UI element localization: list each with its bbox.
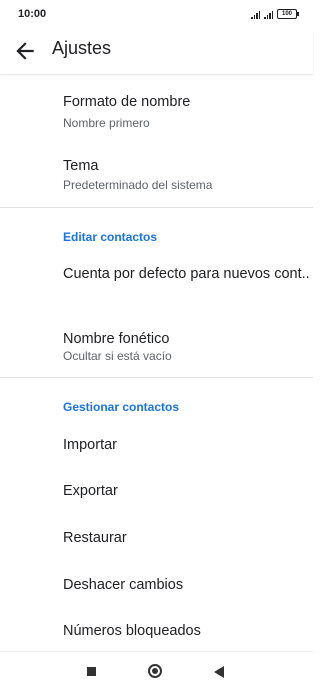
section-header-gestionar: Gestionar contactos [63, 400, 180, 414]
setting-restore-label: Restaurar [63, 530, 127, 546]
back-button[interactable] [12, 38, 38, 64]
setting-phonetic-name[interactable]: Nombre fonético Ocultar si está vacío [0, 323, 313, 373]
setting-default-account-label: Cuenta por defecto para nuevos cont.. [63, 266, 310, 282]
setting-import-label: Importar [63, 437, 117, 453]
signal-icon [251, 11, 260, 19]
setting-blocked-numbers[interactable]: Números bloqueados [0, 614, 313, 650]
setting-export[interactable]: Exportar [0, 474, 313, 510]
home-button[interactable] [148, 664, 162, 678]
setting-default-account[interactable]: Cuenta por defecto para nuevos cont.. [0, 254, 313, 304]
signal-icon [264, 11, 273, 19]
status-icons: 100 [251, 9, 299, 19]
setting-name-format-value: Nombre primero [63, 116, 150, 130]
setting-undo-changes-label: Deshacer cambios [63, 577, 184, 593]
back-nav-button[interactable] [214, 666, 224, 678]
arrow-back-icon [16, 42, 34, 60]
setting-blocked-numbers-label: Números bloqueados [63, 623, 201, 639]
setting-restore[interactable]: Restaurar [0, 521, 313, 557]
navigation-bar [0, 651, 313, 696]
setting-undo-changes[interactable]: Deshacer cambios [0, 568, 313, 604]
divider [0, 207, 313, 208]
battery-icon: 100 [277, 9, 299, 19]
divider [0, 377, 313, 378]
setting-theme-label: Tema [63, 158, 99, 174]
setting-import[interactable]: Importar [0, 428, 313, 464]
setting-export-label: Exportar [63, 483, 118, 499]
setting-theme-value: Predeterminado del sistema [63, 178, 213, 192]
status-time: 10:00 [18, 8, 47, 20]
page-title: Ajustes [52, 38, 112, 58]
setting-theme[interactable]: Tema Predeterminado del sistema [0, 150, 313, 204]
section-header-editar: Editar contactos [63, 230, 158, 244]
recents-button[interactable] [87, 667, 96, 676]
setting-phonetic-name-label: Nombre fonético [63, 331, 170, 347]
setting-name-format[interactable]: Formato de nombre Nombre primero [0, 86, 313, 140]
status-bar: 10:00 100 [0, 0, 313, 30]
app-bar: Ajustes [0, 30, 313, 74]
setting-name-format-label: Formato de nombre [63, 94, 191, 110]
setting-phonetic-name-value: Ocultar si está vacío [63, 349, 172, 363]
